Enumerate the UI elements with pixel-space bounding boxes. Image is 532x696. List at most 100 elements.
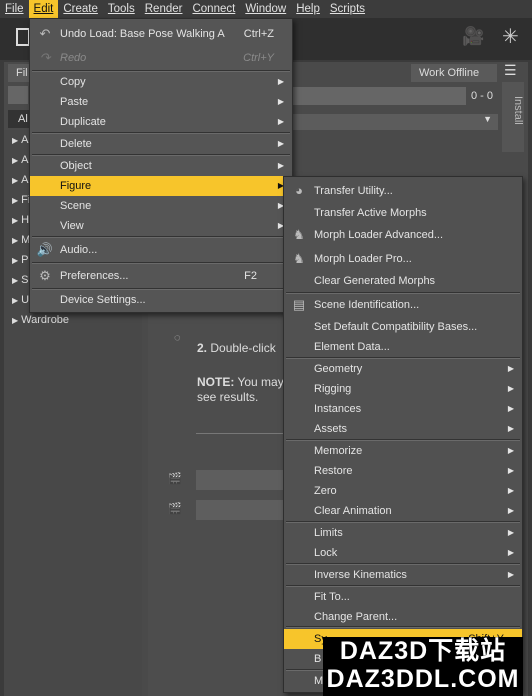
- label: Assets: [314, 423, 348, 435]
- menu-item-redo[interactable]: ↷ Redo Ctrl+Y: [30, 48, 292, 68]
- menu-item-scene[interactable]: Scene ▶: [30, 196, 292, 216]
- menu-item-paste[interactable]: Paste ▶: [30, 92, 292, 112]
- label: Instances: [314, 403, 362, 415]
- menu-item-lock[interactable]: Lock ▶: [284, 543, 522, 563]
- menu-item-memorize[interactable]: Memorize ▶: [284, 441, 522, 461]
- menu-item-clear-generated-morphs[interactable]: Clear Generated Morphs: [284, 271, 522, 291]
- separator: [32, 236, 290, 238]
- menu-item-transfer-utility[interactable]: ◕ Transfer Utility...: [284, 181, 522, 201]
- category-item[interactable]: Wardrobe: [12, 314, 69, 326]
- menu-item-zero[interactable]: Zero ▶: [284, 481, 522, 501]
- filter-icon[interactable]: [8, 86, 28, 104]
- label: Inverse Kinematics: [314, 569, 407, 581]
- label: Figure: [60, 180, 92, 192]
- new-scene-icon[interactable]: [16, 28, 30, 46]
- menu-item-set-default-compat[interactable]: Set Default Compatibility Bases...: [284, 317, 522, 337]
- separator: [32, 262, 290, 264]
- menu-item-inverse-kinematics[interactable]: Inverse Kinematics ▶: [284, 565, 522, 585]
- watermark: DAZ3D下载站 DAZ3DDL.COM: [323, 637, 523, 696]
- menu-item-delete[interactable]: Delete ▶: [30, 134, 292, 154]
- sort-dropdown[interactable]: ▼: [284, 114, 498, 130]
- menu-item-duplicate[interactable]: Duplicate ▶: [30, 112, 292, 132]
- menu-item-geometry[interactable]: Geometry ▶: [284, 359, 522, 379]
- menu-item-morph-loader-pro[interactable]: ♞ Morph Loader Pro...: [284, 249, 522, 269]
- edit-menu: ↶ Undo Load: Base Pose Walking A Ctrl+Z ↷ R…: [29, 18, 293, 313]
- menu-item-element-data[interactable]: Element Data...: [284, 337, 522, 357]
- menu-help[interactable]: Help: [291, 0, 325, 18]
- undo-icon: ↶: [39, 26, 51, 41]
- menu-item-object[interactable]: Object ▶: [30, 156, 292, 176]
- menu-item-restore[interactable]: Restore ▶: [284, 461, 522, 481]
- submenu-arrow-icon: ▶: [507, 364, 514, 373]
- label: Paste: [60, 96, 89, 108]
- label: Object: [60, 160, 92, 172]
- submenu-arrow-icon: ▶: [507, 466, 514, 475]
- label: Zero: [314, 485, 337, 497]
- menu-item-preferences[interactable]: ⚙ Preferences... F2: [30, 266, 292, 286]
- label: Delete: [60, 138, 92, 150]
- menu-tools[interactable]: Tools: [103, 0, 140, 18]
- menu-scripts[interactable]: Scripts: [325, 0, 370, 18]
- menu-item-assets[interactable]: Assets ▶: [284, 419, 522, 439]
- action-button[interactable]: [196, 470, 288, 490]
- menu-item-rigging[interactable]: Rigging ▶: [284, 379, 522, 399]
- label: Device Settings...: [60, 294, 146, 306]
- menu-item-undo[interactable]: ↶ Undo Load: Base Pose Walking A Ctrl+Z: [30, 24, 292, 44]
- add-camera-icon[interactable]: 🎥: [462, 26, 484, 47]
- menu-render[interactable]: Render: [140, 0, 188, 18]
- menu-item-change-parent[interactable]: Change Parent...: [284, 607, 522, 627]
- label: Limits: [314, 527, 343, 539]
- figure-submenu: ◕ Transfer Utility... Transfer Active Mor…: [283, 176, 523, 693]
- divider: [196, 433, 288, 434]
- menu-bar: File Edit Create Tools Render Connect Wi…: [0, 0, 532, 18]
- menu-item-transfer-active-morphs[interactable]: Transfer Active Morphs: [284, 203, 522, 223]
- menu-edit[interactable]: Edit: [28, 0, 59, 18]
- label: Change Parent...: [314, 611, 398, 623]
- shortcut: F2: [244, 270, 257, 282]
- menu-item-fit-to[interactable]: Fit To...: [284, 587, 522, 607]
- menu-window[interactable]: Window: [240, 0, 291, 18]
- label: Element Data...: [314, 341, 390, 353]
- menu-file[interactable]: File: [0, 0, 29, 18]
- search-input[interactable]: [284, 87, 466, 105]
- menu-item-audio[interactable]: 🔊 Audio...: [30, 240, 292, 260]
- menu-item-scene-identification[interactable]: ▤ Scene Identification...: [284, 295, 522, 315]
- label: Scene Identification...: [314, 299, 420, 311]
- submenu-arrow-icon: ▶: [507, 424, 514, 433]
- label: Set Default Compatibility Bases...: [314, 321, 478, 333]
- menu-item-morph-loader-advanced[interactable]: ♞ Morph Loader Advanced...: [284, 225, 522, 245]
- label: Restore: [314, 465, 353, 477]
- watermark-line-1: DAZ3D下载站: [339, 637, 507, 665]
- action-button[interactable]: [196, 500, 288, 520]
- transfer-icon: ◕: [295, 183, 303, 198]
- menu-item-instances[interactable]: Instances ▶: [284, 399, 522, 419]
- submenu-arrow-icon: ▶: [277, 161, 284, 170]
- label: Preferences...: [60, 270, 129, 282]
- submenu-arrow-icon: ▶: [507, 446, 514, 455]
- shortcut: Ctrl+Y: [243, 52, 274, 64]
- tab-install[interactable]: Install: [502, 82, 524, 152]
- menu-item-clear-animation[interactable]: Clear Animation ▶: [284, 501, 522, 521]
- panel-menu-icon[interactable]: ☰: [504, 62, 517, 79]
- menu-item-figure[interactable]: Figure ▶: [30, 176, 292, 196]
- label: Clear Generated Morphs: [314, 275, 436, 287]
- label: Morph Loader Advanced...: [314, 229, 444, 241]
- menu-item-copy[interactable]: Copy ▶: [30, 72, 292, 92]
- menu-connect[interactable]: Connect: [187, 0, 240, 18]
- step-number: 2.: [197, 341, 208, 355]
- morph-loader-icon: ♞: [293, 251, 305, 266]
- menu-item-limits[interactable]: Limits ▶: [284, 523, 522, 543]
- watermark-line-2: DAZ3DDL.COM: [326, 665, 520, 693]
- menu-create[interactable]: Create: [58, 0, 103, 18]
- menu-item-view[interactable]: View ▶: [30, 216, 292, 236]
- menu-item-device-settings[interactable]: Device Settings...: [30, 290, 292, 310]
- label: Fit To...: [314, 591, 350, 603]
- work-offline-button[interactable]: Work Offline: [411, 64, 497, 82]
- add-light-icon[interactable]: ✳: [502, 24, 519, 49]
- label: Redo: [60, 52, 87, 64]
- label: Copy: [60, 76, 86, 88]
- label: B: [314, 653, 322, 665]
- label: Morph Loader Pro...: [314, 253, 412, 265]
- submenu-arrow-icon: ▶: [507, 486, 514, 495]
- submenu-arrow-icon: ▶: [277, 77, 284, 86]
